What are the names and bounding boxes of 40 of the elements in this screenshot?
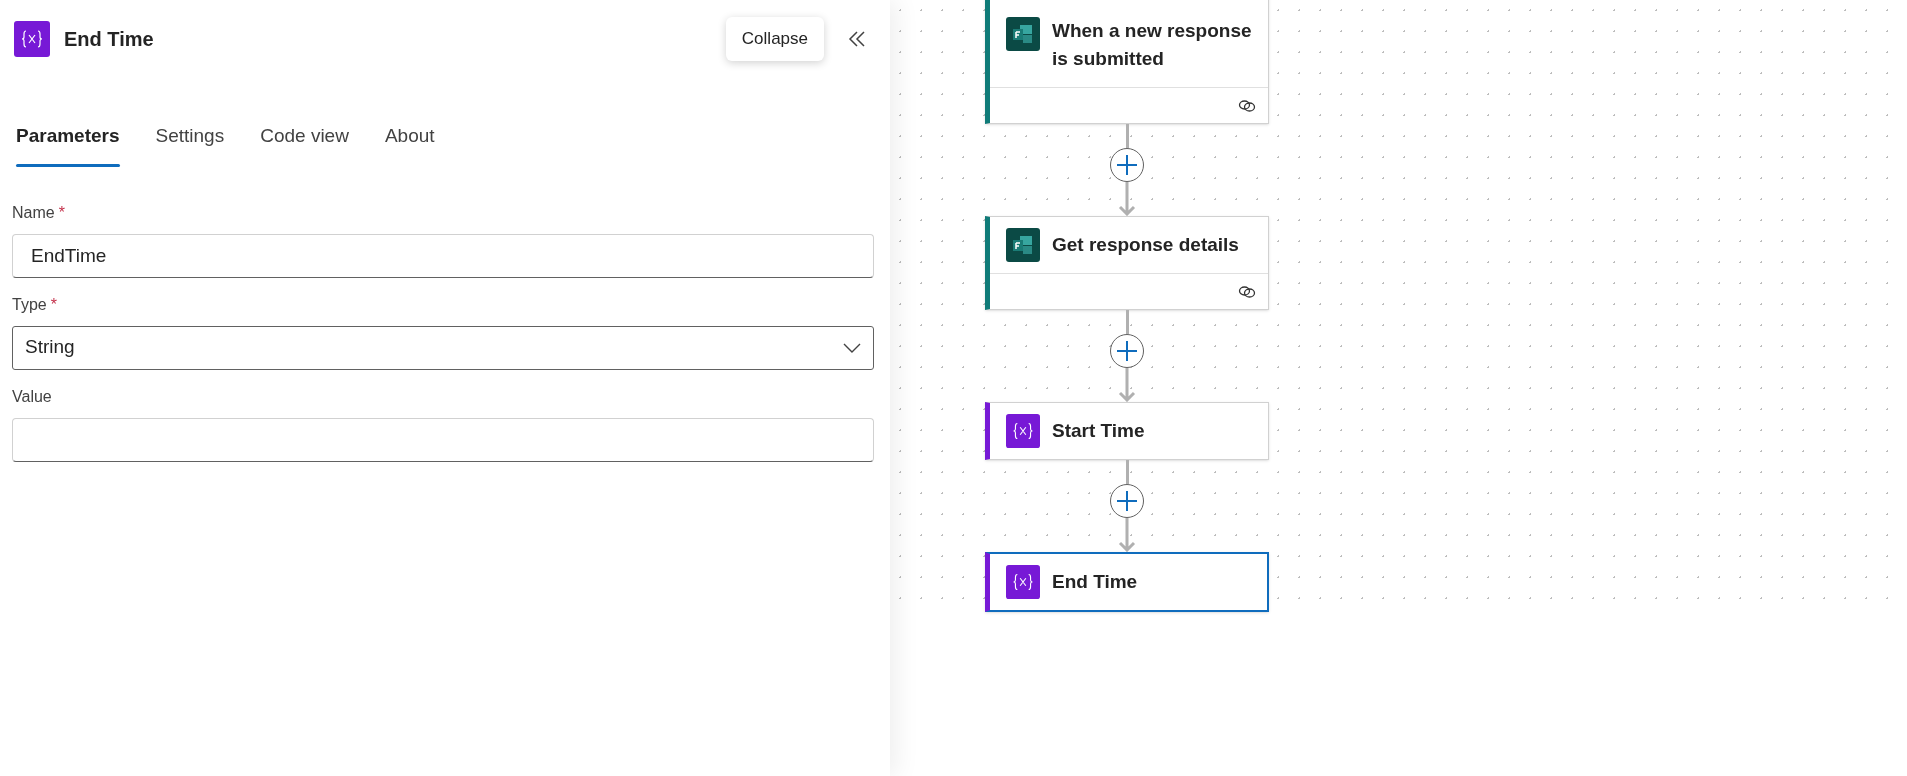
flow-step-card[interactable]: Get response details — [985, 216, 1269, 310]
tab[interactable]: About — [384, 118, 435, 167]
field-label: Value — [12, 386, 52, 407]
add-step-button[interactable] — [1110, 334, 1144, 368]
tab[interactable]: Settings — [155, 118, 225, 167]
arrow-connector — [1118, 368, 1136, 402]
arrow-connector — [1118, 518, 1136, 552]
text-field[interactable]: EndTime — [12, 233, 874, 278]
link-icon — [1238, 98, 1256, 113]
double-chevron-left-icon — [848, 30, 866, 48]
plus-icon — [1116, 340, 1138, 362]
step-title: Start Time — [1052, 419, 1145, 443]
variable-icon — [1006, 414, 1040, 448]
tooltip: Collapse — [725, 17, 824, 61]
step-title: Get response details — [1052, 233, 1239, 257]
add-step-button[interactable] — [1110, 148, 1144, 182]
field-label: Type — [12, 294, 47, 315]
forms-icon — [1006, 228, 1040, 262]
step-title: End Time — [1052, 570, 1138, 594]
flow-step-card[interactable]: End Time — [985, 552, 1269, 612]
required-mark: * — [58, 202, 65, 223]
flow-step-card[interactable]: Start Time — [985, 402, 1269, 460]
required-mark: * — [50, 294, 57, 315]
flow-step-card[interactable]: When a new response is submitted — [985, 0, 1269, 124]
step-title: When a new response is submitted — [1052, 19, 1252, 71]
field-label: Name — [12, 202, 55, 223]
chevron-down-icon — [843, 342, 861, 353]
arrow-connector — [1118, 182, 1136, 216]
plus-icon — [1116, 154, 1138, 176]
variable-icon — [14, 21, 50, 57]
tab[interactable]: Code view — [260, 118, 349, 167]
dropdown-field[interactable]: String — [12, 325, 874, 370]
add-step-button[interactable] — [1110, 484, 1144, 518]
plus-icon — [1116, 490, 1138, 512]
tab[interactable]: Parameters — [16, 118, 120, 167]
forms-icon — [1006, 17, 1040, 51]
panel-title: End Time — [64, 27, 154, 52]
variable-icon — [1006, 565, 1040, 599]
link-icon — [1238, 284, 1256, 299]
text-field[interactable] — [12, 417, 874, 462]
